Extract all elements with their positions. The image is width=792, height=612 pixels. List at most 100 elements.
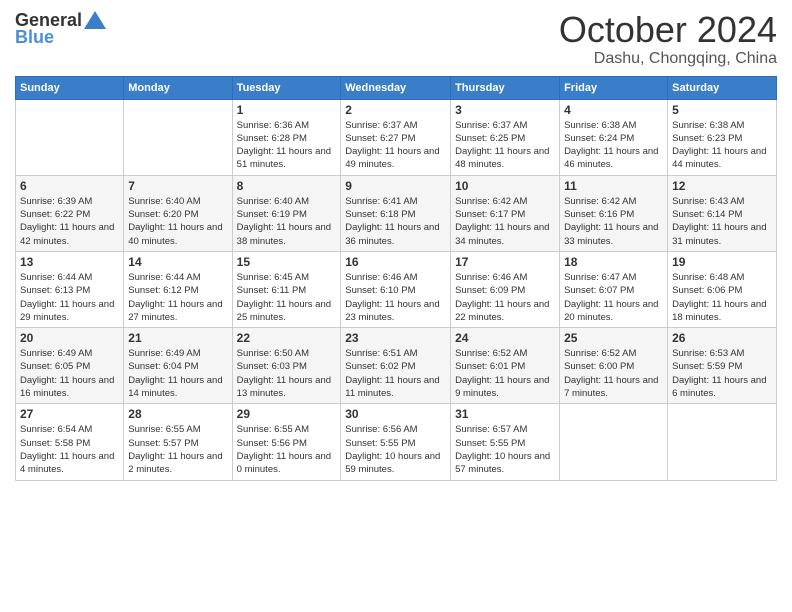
day-detail: Sunrise: 6:46 AMSunset: 6:09 PMDaylight:… <box>455 272 549 323</box>
day-number: 28 <box>128 407 227 421</box>
day-number: 9 <box>345 179 446 193</box>
day-detail: Sunrise: 6:57 AMSunset: 5:55 PMDaylight:… <box>455 424 550 475</box>
day-detail: Sunrise: 6:42 AMSunset: 6:17 PMDaylight:… <box>455 196 549 247</box>
cell-3-0: 20 Sunrise: 6:49 AMSunset: 6:05 PMDaylig… <box>16 328 124 404</box>
day-number: 26 <box>672 331 772 345</box>
header-wednesday: Wednesday <box>341 76 451 99</box>
cell-1-5: 11 Sunrise: 6:42 AMSunset: 6:16 PMDaylig… <box>560 175 668 251</box>
cell-3-2: 22 Sunrise: 6:50 AMSunset: 6:03 PMDaylig… <box>232 328 341 404</box>
day-detail: Sunrise: 6:55 AMSunset: 5:57 PMDaylight:… <box>128 424 222 475</box>
day-detail: Sunrise: 6:37 AMSunset: 6:27 PMDaylight:… <box>345 120 439 171</box>
week-row-0: 1 Sunrise: 6:36 AMSunset: 6:28 PMDayligh… <box>16 99 777 175</box>
cell-0-1 <box>124 99 232 175</box>
cell-4-3: 30 Sunrise: 6:56 AMSunset: 5:55 PMDaylig… <box>341 404 451 480</box>
day-number: 7 <box>128 179 227 193</box>
header-area: General Blue October 2024 Dashu, Chongqi… <box>15 10 777 68</box>
day-detail: Sunrise: 6:44 AMSunset: 6:13 PMDaylight:… <box>20 272 114 323</box>
day-detail: Sunrise: 6:48 AMSunset: 6:06 PMDaylight:… <box>672 272 766 323</box>
cell-4-6 <box>668 404 777 480</box>
day-number: 5 <box>672 103 772 117</box>
day-number: 24 <box>455 331 555 345</box>
day-number: 22 <box>237 331 337 345</box>
day-number: 2 <box>345 103 446 117</box>
header-thursday: Thursday <box>451 76 560 99</box>
cell-2-6: 19 Sunrise: 6:48 AMSunset: 6:06 PMDaylig… <box>668 251 777 327</box>
cell-1-0: 6 Sunrise: 6:39 AMSunset: 6:22 PMDayligh… <box>16 175 124 251</box>
day-number: 30 <box>345 407 446 421</box>
location-title: Dashu, Chongqing, China <box>559 50 777 68</box>
day-detail: Sunrise: 6:36 AMSunset: 6:28 PMDaylight:… <box>237 120 331 171</box>
day-number: 18 <box>564 255 663 269</box>
cell-0-2: 1 Sunrise: 6:36 AMSunset: 6:28 PMDayligh… <box>232 99 341 175</box>
day-number: 15 <box>237 255 337 269</box>
week-row-2: 13 Sunrise: 6:44 AMSunset: 6:13 PMDaylig… <box>16 251 777 327</box>
day-detail: Sunrise: 6:40 AMSunset: 6:19 PMDaylight:… <box>237 196 331 247</box>
day-detail: Sunrise: 6:52 AMSunset: 6:00 PMDaylight:… <box>564 348 658 399</box>
day-detail: Sunrise: 6:52 AMSunset: 6:01 PMDaylight:… <box>455 348 549 399</box>
header-saturday: Saturday <box>668 76 777 99</box>
day-detail: Sunrise: 6:40 AMSunset: 6:20 PMDaylight:… <box>128 196 222 247</box>
cell-2-1: 14 Sunrise: 6:44 AMSunset: 6:12 PMDaylig… <box>124 251 232 327</box>
day-number: 27 <box>20 407 119 421</box>
week-row-3: 20 Sunrise: 6:49 AMSunset: 6:05 PMDaylig… <box>16 328 777 404</box>
week-row-4: 27 Sunrise: 6:54 AMSunset: 5:58 PMDaylig… <box>16 404 777 480</box>
day-detail: Sunrise: 6:42 AMSunset: 6:16 PMDaylight:… <box>564 196 658 247</box>
header-tuesday: Tuesday <box>232 76 341 99</box>
day-number: 23 <box>345 331 446 345</box>
day-detail: Sunrise: 6:51 AMSunset: 6:02 PMDaylight:… <box>345 348 439 399</box>
day-number: 25 <box>564 331 663 345</box>
cell-0-4: 3 Sunrise: 6:37 AMSunset: 6:25 PMDayligh… <box>451 99 560 175</box>
day-detail: Sunrise: 6:50 AMSunset: 6:03 PMDaylight:… <box>237 348 331 399</box>
day-number: 1 <box>237 103 337 117</box>
day-number: 31 <box>455 407 555 421</box>
day-detail: Sunrise: 6:43 AMSunset: 6:14 PMDaylight:… <box>672 196 766 247</box>
day-detail: Sunrise: 6:55 AMSunset: 5:56 PMDaylight:… <box>237 424 331 475</box>
cell-0-0 <box>16 99 124 175</box>
day-number: 14 <box>128 255 227 269</box>
cell-0-3: 2 Sunrise: 6:37 AMSunset: 6:27 PMDayligh… <box>341 99 451 175</box>
day-number: 29 <box>237 407 337 421</box>
day-detail: Sunrise: 6:37 AMSunset: 6:25 PMDaylight:… <box>455 120 549 171</box>
cell-2-0: 13 Sunrise: 6:44 AMSunset: 6:13 PMDaylig… <box>16 251 124 327</box>
day-number: 16 <box>345 255 446 269</box>
cell-3-4: 24 Sunrise: 6:52 AMSunset: 6:01 PMDaylig… <box>451 328 560 404</box>
week-row-1: 6 Sunrise: 6:39 AMSunset: 6:22 PMDayligh… <box>16 175 777 251</box>
cell-2-4: 17 Sunrise: 6:46 AMSunset: 6:09 PMDaylig… <box>451 251 560 327</box>
title-area: October 2024 Dashu, Chongqing, China <box>559 10 777 68</box>
cell-4-5 <box>560 404 668 480</box>
day-detail: Sunrise: 6:49 AMSunset: 6:05 PMDaylight:… <box>20 348 114 399</box>
cell-2-5: 18 Sunrise: 6:47 AMSunset: 6:07 PMDaylig… <box>560 251 668 327</box>
cell-1-1: 7 Sunrise: 6:40 AMSunset: 6:20 PMDayligh… <box>124 175 232 251</box>
cell-4-2: 29 Sunrise: 6:55 AMSunset: 5:56 PMDaylig… <box>232 404 341 480</box>
day-number: 21 <box>128 331 227 345</box>
day-detail: Sunrise: 6:47 AMSunset: 6:07 PMDaylight:… <box>564 272 658 323</box>
day-detail: Sunrise: 6:38 AMSunset: 6:23 PMDaylight:… <box>672 120 766 171</box>
day-number: 6 <box>20 179 119 193</box>
day-detail: Sunrise: 6:46 AMSunset: 6:10 PMDaylight:… <box>345 272 439 323</box>
month-title: October 2024 <box>559 10 777 50</box>
day-number: 8 <box>237 179 337 193</box>
day-detail: Sunrise: 6:38 AMSunset: 6:24 PMDaylight:… <box>564 120 658 171</box>
cell-2-3: 16 Sunrise: 6:46 AMSunset: 6:10 PMDaylig… <box>341 251 451 327</box>
header-friday: Friday <box>560 76 668 99</box>
cell-4-1: 28 Sunrise: 6:55 AMSunset: 5:57 PMDaylig… <box>124 404 232 480</box>
day-number: 13 <box>20 255 119 269</box>
cell-4-0: 27 Sunrise: 6:54 AMSunset: 5:58 PMDaylig… <box>16 404 124 480</box>
day-detail: Sunrise: 6:45 AMSunset: 6:11 PMDaylight:… <box>237 272 331 323</box>
day-detail: Sunrise: 6:49 AMSunset: 6:04 PMDaylight:… <box>128 348 222 399</box>
day-number: 11 <box>564 179 663 193</box>
cell-4-4: 31 Sunrise: 6:57 AMSunset: 5:55 PMDaylig… <box>451 404 560 480</box>
cell-3-3: 23 Sunrise: 6:51 AMSunset: 6:02 PMDaylig… <box>341 328 451 404</box>
cell-1-3: 9 Sunrise: 6:41 AMSunset: 6:18 PMDayligh… <box>341 175 451 251</box>
cell-1-2: 8 Sunrise: 6:40 AMSunset: 6:19 PMDayligh… <box>232 175 341 251</box>
cell-3-5: 25 Sunrise: 6:52 AMSunset: 6:00 PMDaylig… <box>560 328 668 404</box>
day-detail: Sunrise: 6:41 AMSunset: 6:18 PMDaylight:… <box>345 196 439 247</box>
day-number: 17 <box>455 255 555 269</box>
day-number: 20 <box>20 331 119 345</box>
day-number: 19 <box>672 255 772 269</box>
day-number: 10 <box>455 179 555 193</box>
cell-3-6: 26 Sunrise: 6:53 AMSunset: 5:59 PMDaylig… <box>668 328 777 404</box>
cell-1-4: 10 Sunrise: 6:42 AMSunset: 6:17 PMDaylig… <box>451 175 560 251</box>
header-monday: Monday <box>124 76 232 99</box>
day-number: 12 <box>672 179 772 193</box>
